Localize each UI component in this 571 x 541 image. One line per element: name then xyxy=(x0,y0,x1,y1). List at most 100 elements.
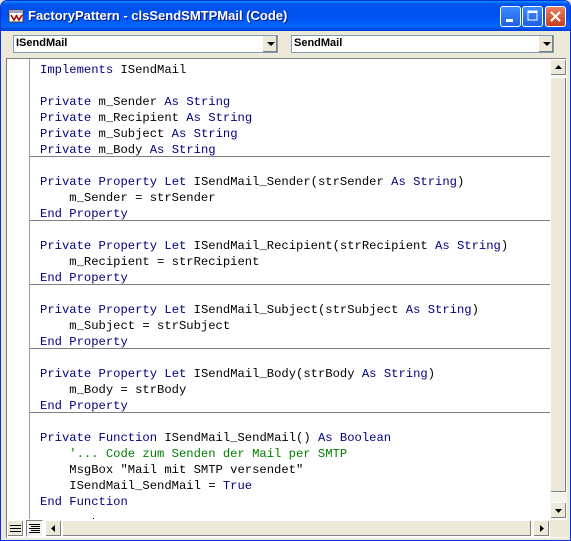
code-keyword: Private xyxy=(40,111,92,125)
code-keyword: As xyxy=(164,95,179,109)
code-line[interactable]: Private m_Recipient As String xyxy=(40,110,252,126)
code-keyword: End xyxy=(40,207,62,221)
procedure-dropdown[interactable]: SendMail xyxy=(291,35,554,53)
code-text: ISendMail_Recipient(strRecipient xyxy=(186,239,435,253)
code-line[interactable]: m_Subject = strSubject xyxy=(40,318,230,334)
code-keyword: Private xyxy=(40,303,92,317)
code-keyword: As xyxy=(435,239,450,253)
code-keyword: End xyxy=(40,399,62,413)
full-module-view-button[interactable] xyxy=(26,520,43,537)
title-bar[interactable]: FactoryPattern - clsSendSMTPMail (Code) xyxy=(1,1,570,31)
maximize-button[interactable] xyxy=(522,6,543,27)
code-line[interactable]: m_Body = strBody xyxy=(40,382,186,398)
code-keyword: String xyxy=(208,111,253,125)
code-keyword: As xyxy=(149,143,165,157)
window-title: FactoryPattern - clsSendSMTPMail (Code) xyxy=(28,8,288,23)
text-caret xyxy=(93,518,94,519)
code-text: ) xyxy=(427,367,436,381)
code-line[interactable]: Implements ISendMail xyxy=(40,62,186,78)
chevron-down-icon[interactable] xyxy=(538,36,553,52)
scroll-left-button[interactable] xyxy=(45,520,62,537)
code-line[interactable]: m_Recipient = strRecipient xyxy=(40,254,259,270)
code-text: m_Subject xyxy=(91,127,172,141)
code-keyword: Let xyxy=(164,239,187,253)
code-text: ISendMail_SendMail = xyxy=(40,479,223,493)
chevron-down-icon[interactable] xyxy=(262,36,277,52)
code-line[interactable]: MsgBox "Mail mit SMTP versendet" xyxy=(40,462,303,478)
minimize-icon xyxy=(506,19,513,22)
code-line[interactable]: End Property xyxy=(40,206,128,222)
code-keyword: Property xyxy=(69,335,128,349)
code-keyword: String xyxy=(456,239,501,253)
scroll-down-button[interactable] xyxy=(550,502,567,519)
scrollbar-corner xyxy=(550,520,567,537)
code-keyword: String xyxy=(171,143,216,157)
margin-indicator-bar[interactable] xyxy=(7,59,30,519)
code-line[interactable]: '... Code zum Senden der Mail per SMTP xyxy=(40,446,347,462)
code-keyword: Boolean xyxy=(339,431,392,445)
minimize-button[interactable] xyxy=(500,6,521,27)
code-text: ISendMail_Body(strBody xyxy=(186,367,362,381)
code-line[interactable]: Private Function ISendMail_SendMail() As… xyxy=(40,430,391,446)
code-keyword: Property xyxy=(98,239,158,253)
arrow-left-icon xyxy=(51,525,55,532)
code-line[interactable]: Private m_Subject As String xyxy=(40,126,238,142)
code-text: MsgBox "Mail mit SMTP versendet" xyxy=(40,463,304,477)
code-keyword: String xyxy=(186,95,231,109)
code-keyword: End xyxy=(40,271,62,285)
maximize-icon xyxy=(527,10,538,21)
code-keyword: Private xyxy=(40,95,92,109)
code-keyword: String xyxy=(427,303,472,317)
code-keyword: Private xyxy=(40,367,92,381)
horizontal-scrollbar[interactable] xyxy=(45,520,550,537)
code-line[interactable]: Private Property Let ISendMail_Body(strB… xyxy=(40,366,435,382)
vba-code-window-icon[interactable] xyxy=(8,8,24,24)
code-keyword: Property xyxy=(98,303,158,317)
code-text: m_Recipient xyxy=(91,111,187,125)
code-text: ISendMail xyxy=(113,63,187,77)
code-keyword: End xyxy=(40,335,62,349)
vertical-scroll-thumb[interactable] xyxy=(550,77,567,493)
code-text: m_Body xyxy=(91,143,150,157)
code-keyword: Property xyxy=(69,207,128,221)
code-keyword: As xyxy=(391,175,406,189)
code-line[interactable]: Private m_Sender As String xyxy=(40,94,230,110)
code-line[interactable]: Private Property Let ISendMail_Sender(st… xyxy=(40,174,464,190)
code-line[interactable]: Private Property Let ISendMail_Subject(s… xyxy=(40,302,479,318)
code-line[interactable]: ISendMail_SendMail = True xyxy=(40,478,252,494)
code-keyword: Function xyxy=(98,431,158,445)
code-keyword: Function xyxy=(69,495,128,509)
code-line[interactable]: Private Property Let ISendMail_Recipient… xyxy=(40,238,508,254)
code-line[interactable]: End Property xyxy=(40,334,128,350)
scroll-right-button[interactable] xyxy=(533,520,550,537)
code-text: m_Subject = strSubject xyxy=(40,319,231,333)
code-keyword: String xyxy=(383,367,428,381)
code-editor[interactable]: Implements ISendMail Private m_Sender As … xyxy=(30,59,551,519)
code-keyword: Property xyxy=(69,271,128,285)
code-text: ISendMail_Subject(strSubject xyxy=(186,303,406,317)
code-text: m_Sender xyxy=(91,95,165,109)
full-module-view-icon xyxy=(29,524,40,533)
vertical-scrollbar[interactable] xyxy=(550,59,567,519)
code-text: ) xyxy=(500,239,509,253)
code-keyword: Implements xyxy=(40,63,114,77)
horizontal-scroll-thumb[interactable] xyxy=(62,520,532,537)
object-dropdown[interactable]: ISendMail xyxy=(13,35,278,53)
procedure-view-button[interactable] xyxy=(7,520,24,537)
scroll-up-button[interactable] xyxy=(550,59,567,76)
code-line[interactable]: End Property xyxy=(40,398,128,414)
code-line[interactable]: End Property xyxy=(40,270,128,286)
close-icon xyxy=(550,11,561,22)
code-line[interactable]: Private m_Body As String xyxy=(40,142,216,158)
code-pane: Implements ISendMail Private m_Sender As … xyxy=(6,58,567,538)
code-line[interactable]: End Function xyxy=(40,494,128,510)
close-button[interactable] xyxy=(545,6,566,27)
code-text: ) xyxy=(456,175,465,189)
code-line[interactable]: m_Sender = strSender xyxy=(40,190,215,206)
